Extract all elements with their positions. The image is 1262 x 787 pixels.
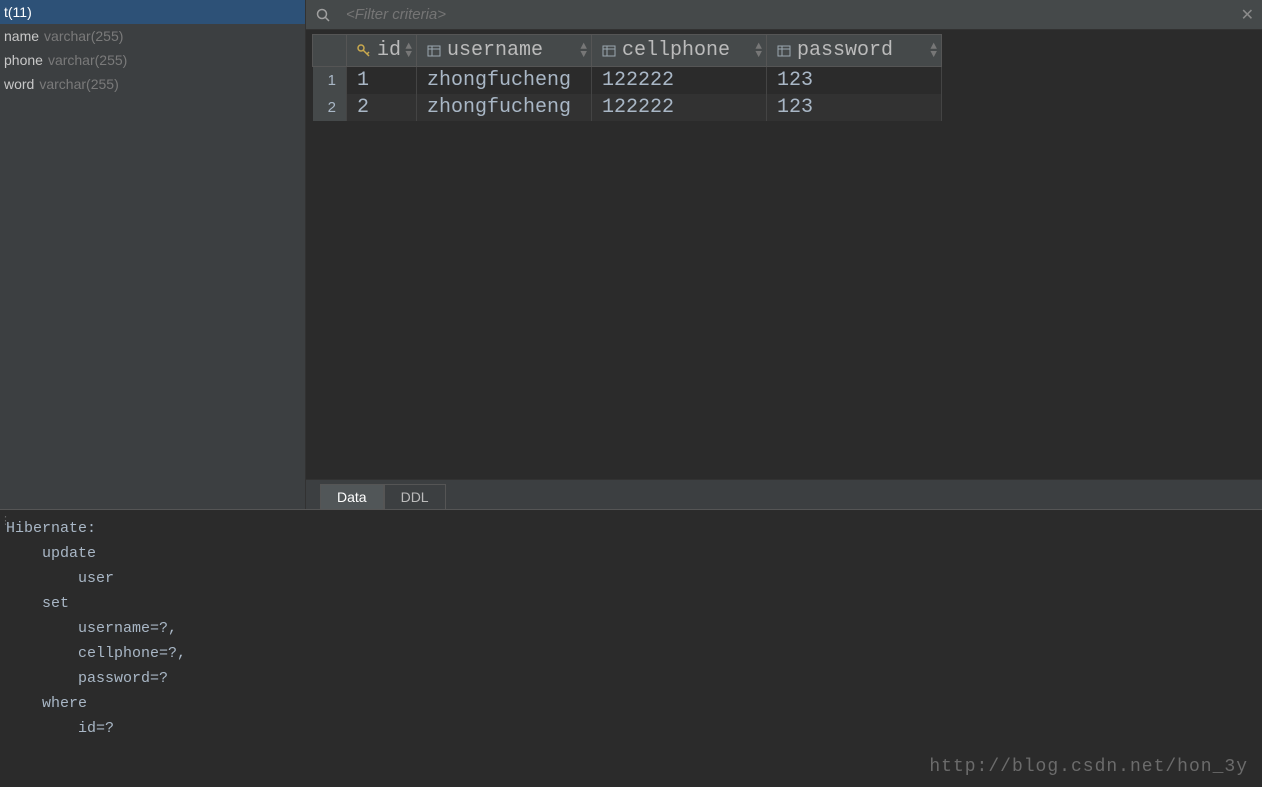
- schema-column-type: varchar(255): [44, 28, 123, 44]
- row-number-header: [313, 35, 347, 67]
- filter-bar: ✕: [306, 0, 1262, 30]
- schema-column-row[interactable]: word varchar(255): [0, 72, 305, 96]
- cell-cellphone[interactable]: 122222: [592, 67, 767, 95]
- schema-column-type: varchar(255): [48, 52, 127, 68]
- drag-handle-icon[interactable]: ⋮: [0, 514, 11, 527]
- tab-ddl[interactable]: DDL: [384, 484, 446, 509]
- sort-handle-icon[interactable]: ▲▼: [930, 43, 937, 59]
- schema-column-row[interactable]: t(11): [0, 0, 305, 24]
- row-number: 2: [313, 94, 347, 121]
- column-label: id: [377, 39, 401, 62]
- row-number: 1: [313, 67, 347, 95]
- search-icon[interactable]: [314, 6, 332, 24]
- schema-sidebar: t(11) name varchar(255) phone varchar(25…: [0, 0, 306, 509]
- table-row[interactable]: 2 2 zhongfucheng 122222 123: [313, 94, 942, 121]
- schema-column-row[interactable]: phone varchar(255): [0, 48, 305, 72]
- column-header-username[interactable]: username ▲▼: [417, 35, 592, 67]
- cell-id[interactable]: 1: [347, 67, 417, 95]
- schema-column-name: t(11): [4, 4, 32, 20]
- cell-cellphone[interactable]: 122222: [592, 94, 767, 121]
- cell-username[interactable]: zhongfucheng: [417, 67, 592, 95]
- schema-column-name: word: [4, 76, 34, 92]
- schema-column-name: name: [4, 28, 39, 44]
- column-icon: [427, 44, 441, 58]
- console-output[interactable]: Hibernate: update user set username=?, c…: [0, 510, 1262, 747]
- data-grid: id ▲▼ username: [312, 34, 942, 121]
- sort-handle-icon[interactable]: ▲▼: [405, 43, 412, 59]
- filter-input[interactable]: [346, 6, 1227, 23]
- column-icon: [602, 44, 616, 58]
- column-header-password[interactable]: password ▲▼: [767, 35, 942, 67]
- schema-column-name: phone: [4, 52, 43, 68]
- schema-column-row[interactable]: name varchar(255): [0, 24, 305, 48]
- cell-password[interactable]: 123: [767, 94, 942, 121]
- sort-handle-icon[interactable]: ▲▼: [755, 43, 762, 59]
- table-row[interactable]: 1 1 zhongfucheng 122222 123: [313, 67, 942, 95]
- console-panel: ⋮ Hibernate: update user set username=?,…: [0, 509, 1262, 787]
- cell-id[interactable]: 2: [347, 94, 417, 121]
- column-label: cellphone: [622, 39, 730, 62]
- data-panel: ✕ id: [306, 0, 1262, 509]
- column-header-cellphone[interactable]: cellphone ▲▼: [592, 35, 767, 67]
- view-tabs: Data DDL: [306, 479, 1262, 509]
- data-grid-area[interactable]: id ▲▼ username: [306, 30, 1262, 479]
- column-label: username: [447, 39, 543, 62]
- tab-data[interactable]: Data: [320, 484, 384, 509]
- sort-handle-icon[interactable]: ▲▼: [580, 43, 587, 59]
- primary-key-icon: [357, 44, 371, 58]
- column-icon: [777, 44, 791, 58]
- watermark-text: http://blog.csdn.net/hon_3y: [929, 757, 1248, 777]
- cell-username[interactable]: zhongfucheng: [417, 94, 592, 121]
- column-label: password: [797, 39, 893, 62]
- cell-password[interactable]: 123: [767, 67, 942, 95]
- close-icon[interactable]: ✕: [1241, 5, 1254, 25]
- schema-column-type: varchar(255): [39, 76, 118, 92]
- column-header-id[interactable]: id ▲▼: [347, 35, 417, 67]
